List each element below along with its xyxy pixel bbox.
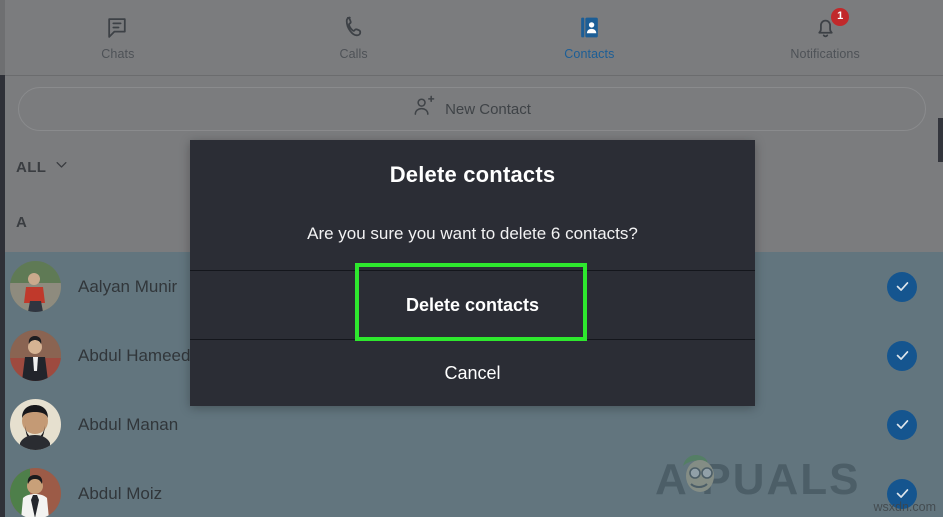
contact-row[interactable]: Abdul Moiz [0,459,943,517]
section-letter: A [16,213,27,231]
contact-selected-check[interactable] [887,271,917,302]
confirm-delete-label: Delete contacts [405,294,540,315]
contact-selected-check[interactable] [887,340,917,371]
left-edge-strip [0,0,5,517]
tab-calls-label: Calls [339,46,368,61]
tab-contacts[interactable]: Contacts [472,0,708,75]
contact-name: Abdul Manan [78,414,179,434]
scrollbar-thumb[interactable] [938,118,943,162]
cancel-button[interactable]: Cancel [190,340,755,406]
new-contact-button[interactable]: New Contact [17,87,926,131]
dialog-message: Are you sure you want to delete 6 contac… [307,224,638,243]
chevron-down-icon[interactable] [54,157,69,177]
check-icon [896,282,908,291]
phone-icon [341,15,367,41]
tab-calls[interactable]: Calls [236,0,472,75]
person-add-icon [412,95,435,123]
confirm-delete-button[interactable]: Delete contacts [190,263,755,341]
app-window: Aalyan Munir Abdul Hameed Abdul Manan Ab… [0,0,943,517]
left-edge-strip-top [0,0,5,75]
filter-all-label[interactable]: ALL [16,159,46,176]
contacts-book-icon [576,15,602,41]
avatar [10,468,61,517]
new-contact-label: New Contact [445,100,531,118]
notification-badge: 1 [831,7,850,26]
tab-chats-label: Chats [101,46,135,61]
chat-bubble-icon [105,15,131,41]
tab-notifications-label: Notifications [790,46,860,61]
site-watermark: wsxdn.com [873,500,936,514]
top-navigation: Chats Calls Contacts 1 Notifications [0,0,943,76]
tab-notifications[interactable]: 1 Notifications [707,0,943,75]
tab-chats[interactable]: Chats [0,0,236,75]
check-icon [896,351,908,360]
new-contact-bar: New Contact [0,76,943,142]
dialog-title: Delete contacts [389,162,556,187]
avatar [10,330,61,381]
avatar [10,261,61,312]
contact-selected-check[interactable] [887,409,917,440]
check-icon [896,420,908,429]
cancel-label: Cancel [444,362,501,383]
delete-contacts-dialog: Delete contacts Are you sure you want to… [190,140,755,406]
bell-icon: 1 [812,7,850,41]
avatar [10,399,61,450]
contact-name: Abdul Moiz [78,483,163,503]
tab-contacts-label: Contacts [564,46,615,61]
